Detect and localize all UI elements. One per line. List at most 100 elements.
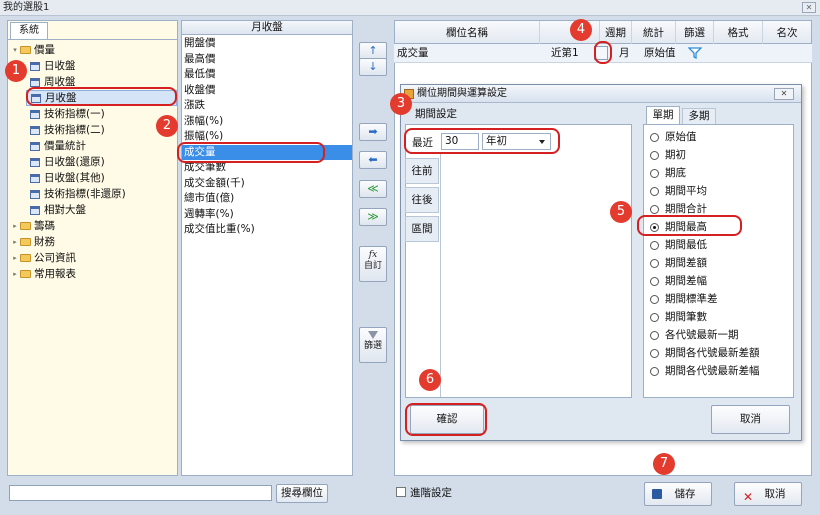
expand-right-icon[interactable]: ▸ xyxy=(10,218,20,234)
list-item[interactable]: 最低價 xyxy=(182,67,352,83)
stat-option[interactable]: 各代號最新一期 xyxy=(650,326,793,344)
remove-all-button[interactable]: ≪ xyxy=(359,180,387,198)
tab-single-period[interactable]: 單期 xyxy=(646,106,680,125)
col-field-name: 欄位名稱 xyxy=(395,21,540,45)
list-item[interactable]: 最高價 xyxy=(182,52,352,68)
radio-button[interactable] xyxy=(650,132,659,142)
vtab-forward[interactable]: 往後 xyxy=(405,187,439,213)
table-icon xyxy=(30,125,40,135)
expand-right-icon[interactable]: ▸ xyxy=(10,266,20,282)
list-item[interactable]: 成交值比重(%) xyxy=(182,222,352,238)
radio-button[interactable] xyxy=(650,150,659,160)
stat-option[interactable]: 期間各代號最新差額 xyxy=(650,344,793,362)
dialog-title: 欄位期間與運算設定 xyxy=(401,85,801,103)
tree-item[interactable]: 技術指標(一) xyxy=(8,106,177,122)
dialog-close-button[interactable]: ✕ xyxy=(774,88,794,100)
list-item[interactable]: 漲跌 xyxy=(182,98,352,114)
double-left-icon: ≪ xyxy=(367,182,379,195)
row-stat: 原始值 xyxy=(644,47,676,59)
cancel-button[interactable]: ✕ 取消 xyxy=(734,482,802,506)
vtab-backward[interactable]: 往前 xyxy=(405,158,439,184)
tree-item[interactable]: ▸ 籌碼 xyxy=(8,218,177,234)
stat-option[interactable]: 期底 xyxy=(650,164,793,182)
stat-option[interactable]: 期間差額 xyxy=(650,254,793,272)
expand-right-icon[interactable]: ▸ xyxy=(10,250,20,266)
radio-button[interactable] xyxy=(650,294,659,304)
search-field-button[interactable]: 搜尋欄位 xyxy=(276,484,328,503)
funnel-icon xyxy=(368,331,378,339)
radio-button[interactable] xyxy=(650,348,659,358)
tree-item-label: 技術指標(一) xyxy=(44,108,105,120)
funnel-icon[interactable] xyxy=(687,47,703,60)
tree-item[interactable]: ▸ 公司資訊 xyxy=(8,250,177,266)
tab-multi-period[interactable]: 多期 xyxy=(682,108,716,125)
radio-button[interactable] xyxy=(650,366,659,376)
radio-button[interactable] xyxy=(650,240,659,250)
tree-item-label: 日收盤(其他) xyxy=(44,172,105,184)
tree-item-label: 日收盤 xyxy=(44,60,76,72)
add-field-button[interactable]: ➡ xyxy=(359,123,387,141)
callout-badge: 2 xyxy=(156,115,178,137)
dialog-cancel-button[interactable]: 取消 xyxy=(711,405,790,434)
tree-item[interactable]: 日收盤(其他) xyxy=(8,170,177,186)
radio-button[interactable] xyxy=(650,186,659,196)
tree-item[interactable]: 價量統計 xyxy=(8,138,177,154)
tab-system[interactable]: 系統 xyxy=(10,22,48,39)
radio-button[interactable] xyxy=(650,312,659,322)
custom-formula-button[interactable]: fx 自訂 xyxy=(359,246,387,282)
tree-item[interactable]: 技術指標(二) xyxy=(8,122,177,138)
stat-options-box: 原始值 期初 期底 期間平均 期間合計 期間最高 期間最低 期間差額 期間差幅 期間標準差 期間筆數… xyxy=(643,124,794,398)
tree-item[interactable]: 日收盤(還原) xyxy=(8,154,177,170)
callout-badge: 3 xyxy=(390,93,412,115)
highlight-month-close xyxy=(26,87,177,106)
field-list-panel: 開盤價 最高價 最低價 收盤價 漲跌 漲幅(%) 振幅(%) 成交量 成交筆數 成交金額(千) 總市… xyxy=(181,20,353,476)
field-list-header: 月收盤 xyxy=(181,20,353,35)
stat-option-label: 期初 xyxy=(665,149,686,161)
stat-option-label: 期間平均 xyxy=(665,185,707,197)
stat-option-label: 各代號最新一期 xyxy=(665,329,739,341)
stat-option[interactable]: 期初 xyxy=(650,146,793,164)
radio-button[interactable] xyxy=(650,276,659,286)
col-rank: 名次 xyxy=(776,27,798,39)
expand-right-icon[interactable]: ▸ xyxy=(10,234,20,250)
row-field-name: 成交量 xyxy=(397,47,429,59)
list-item[interactable]: 開盤價 xyxy=(182,36,352,52)
stat-option[interactable]: 期間各代號最新差幅 xyxy=(650,362,793,380)
callout-badge: 5 xyxy=(610,201,632,223)
stat-option[interactable]: 期間差幅 xyxy=(650,272,793,290)
window-close-button[interactable]: ✕ xyxy=(802,2,816,13)
radio-button[interactable] xyxy=(650,204,659,214)
tree-item[interactable]: ▸ 常用報表 xyxy=(8,266,177,282)
add-all-button[interactable]: ≫ xyxy=(359,208,387,226)
filter-button[interactable]: 篩選 xyxy=(359,327,387,363)
tree-item[interactable]: ▸ 財務 xyxy=(8,234,177,250)
advanced-checkbox[interactable] xyxy=(396,487,406,497)
radio-button[interactable] xyxy=(650,168,659,178)
list-item[interactable]: 收盤價 xyxy=(182,83,352,99)
remove-field-button[interactable]: ⬅ xyxy=(359,151,387,169)
list-item[interactable]: 週轉率(%) xyxy=(182,207,352,223)
save-button[interactable]: 儲存 xyxy=(644,482,712,506)
list-item[interactable]: 成交金額(千) xyxy=(182,176,352,192)
stat-option[interactable]: 期間平均 xyxy=(650,182,793,200)
vtab-divider xyxy=(440,152,441,397)
expand-down-icon[interactable]: ▾ xyxy=(10,42,20,58)
tree-item[interactable]: 技術指標(非還原) xyxy=(8,186,177,202)
stat-option[interactable]: 原始值 xyxy=(650,128,793,146)
stat-option[interactable]: 期間最低 xyxy=(650,236,793,254)
list-item[interactable]: 漲幅(%) xyxy=(182,114,352,130)
tree-item[interactable]: ▾ 價量 xyxy=(8,42,177,58)
field-search-input[interactable] xyxy=(9,485,272,501)
move-down-button[interactable]: ↓ xyxy=(359,58,387,76)
highlight-edit-icon xyxy=(594,41,612,64)
stat-option[interactable]: 期間筆數 xyxy=(650,308,793,326)
tree-item-label: 價量統計 xyxy=(44,140,86,152)
radio-button[interactable] xyxy=(650,258,659,268)
tree-item[interactable]: 相對大盤 xyxy=(8,202,177,218)
tree-item[interactable]: 日收盤 xyxy=(8,58,177,74)
arrow-down-icon: ↓ xyxy=(368,60,378,73)
radio-button[interactable] xyxy=(650,330,659,340)
vtab-range[interactable]: 區間 xyxy=(405,216,439,242)
stat-option[interactable]: 期間標準差 xyxy=(650,290,793,308)
list-item[interactable]: 總市值(億) xyxy=(182,191,352,207)
